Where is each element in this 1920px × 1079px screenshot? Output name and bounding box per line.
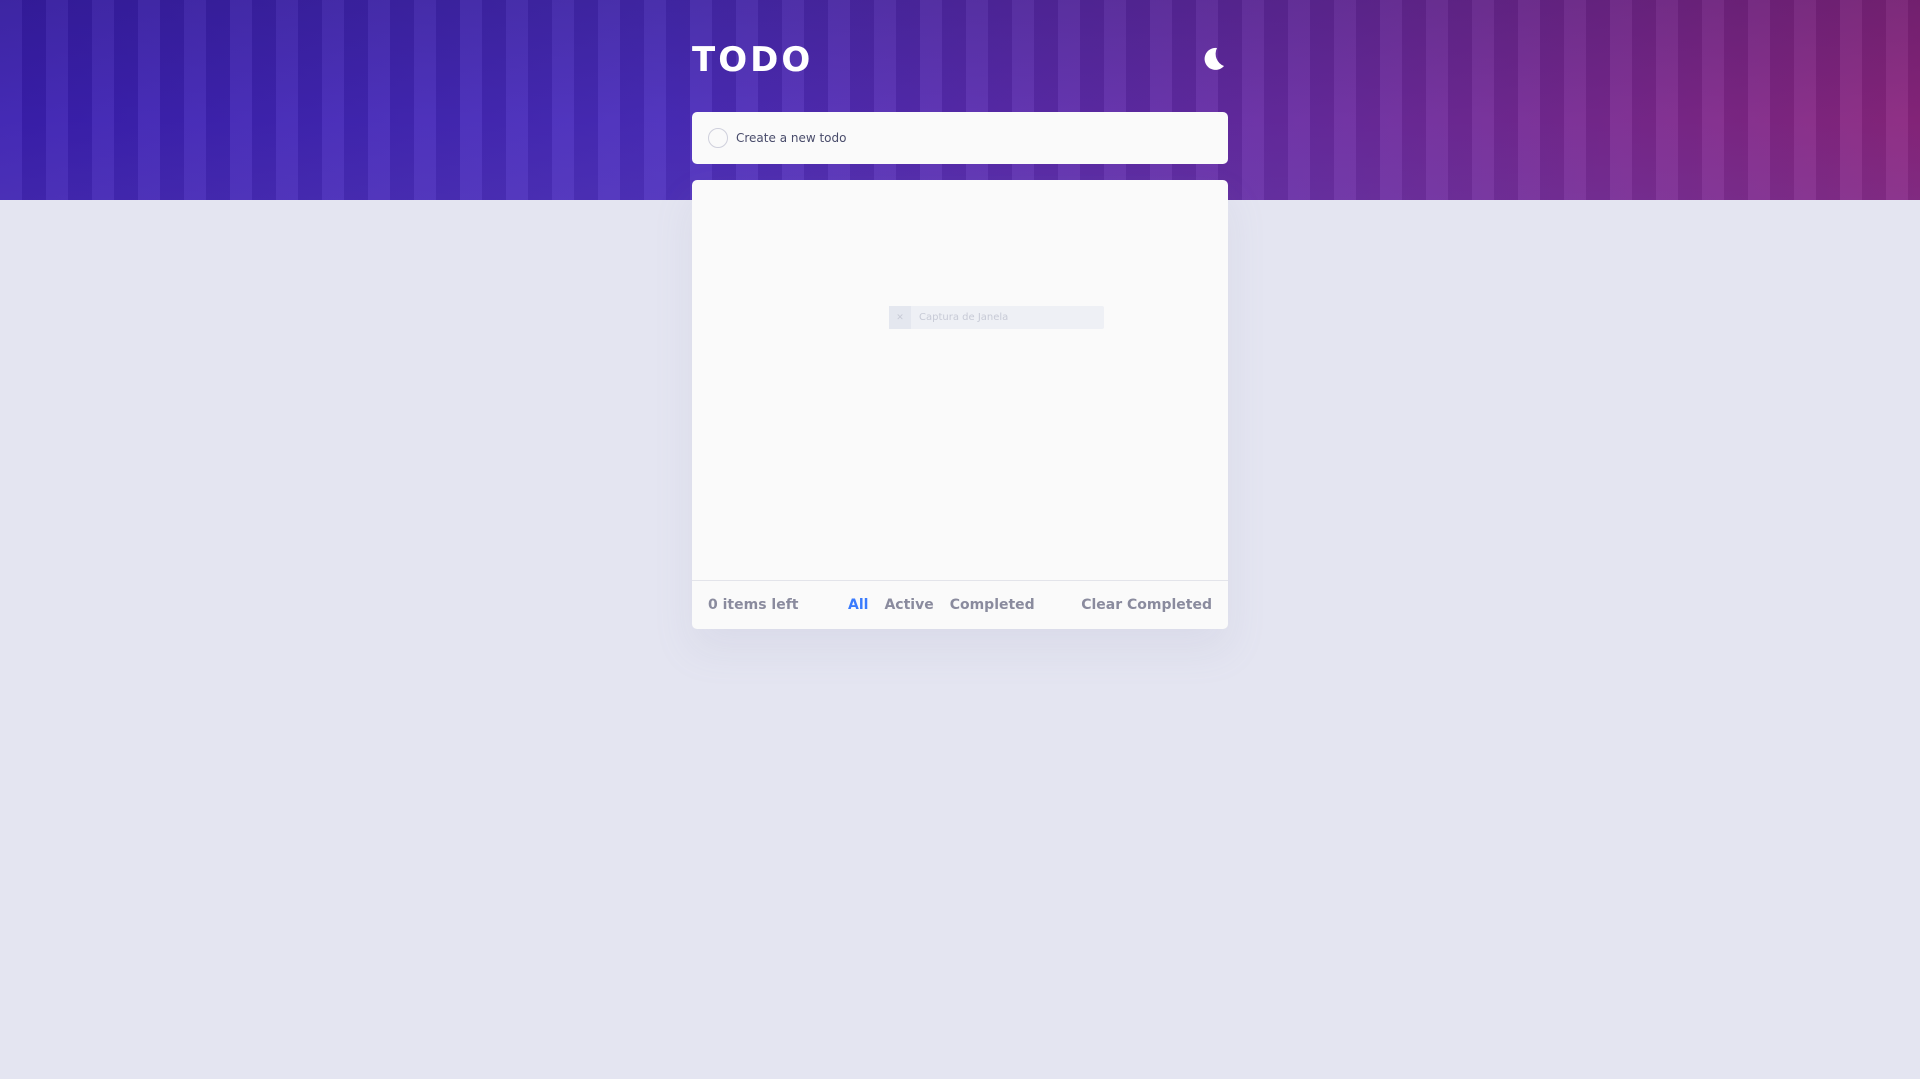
filter-group: All Active Completed (848, 597, 1035, 613)
filter-all[interactable]: All (848, 597, 868, 613)
new-todo-checkbox[interactable] (708, 128, 728, 148)
clear-completed-button[interactable]: Clear Completed (1081, 597, 1212, 613)
theme-toggle-button[interactable] (1198, 44, 1228, 74)
capture-icon: ✕ (889, 306, 911, 329)
new-todo-bar (692, 112, 1228, 164)
todo-list: ✕ Captura de Janela (692, 180, 1228, 580)
items-left-count: 0 items left (708, 597, 799, 613)
new-todo-input[interactable] (736, 131, 1216, 145)
header-background (0, 0, 1920, 200)
todo-footer: 0 items left All Active Completed Clear … (692, 580, 1228, 629)
moon-icon (1204, 47, 1224, 70)
app-title: TODO (692, 40, 814, 80)
todo-list-panel: ✕ Captura de Janela 0 items left All Act… (692, 180, 1228, 629)
filter-active[interactable]: Active (884, 597, 933, 613)
capture-label: Captura de Janela (919, 312, 1009, 323)
filter-completed[interactable]: Completed (950, 597, 1035, 613)
window-capture-chip: ✕ Captura de Janela (889, 306, 1104, 329)
header-overlay (0, 0, 1920, 200)
